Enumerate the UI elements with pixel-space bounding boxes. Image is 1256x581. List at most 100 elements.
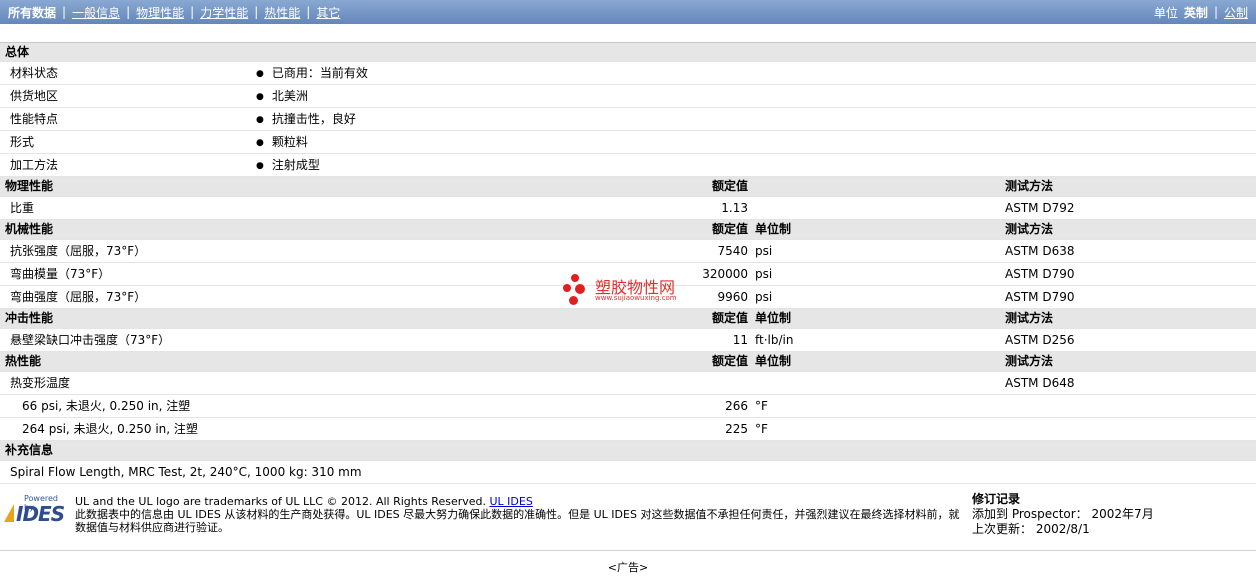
section-title: 热性能: [5, 354, 42, 368]
property-unit: psi: [755, 244, 773, 258]
column-header-unit: 单位制: [755, 354, 792, 368]
units-label: 单位: [1153, 5, 1178, 20]
property-value: 225: [725, 422, 748, 436]
property-condition: 66 psi, 未退火, 0.250 in, 注塑: [22, 399, 191, 413]
column-header-value: 额定值: [711, 222, 748, 236]
watermark-dot: [569, 296, 578, 305]
nav-separator: |: [254, 5, 259, 19]
property-unit: psi: [755, 290, 773, 304]
section-header-general: 总体: [0, 42, 1256, 62]
property-value: 抗撞击性，良好: [256, 108, 356, 132]
disclaimer-text: 此数据表中的信息由 UL IDES 从该材料的生产商处获得。UL IDES 尽最…: [75, 508, 960, 534]
test-method: ASTM D638: [1005, 244, 1075, 258]
nav-separator: |: [126, 5, 131, 19]
updated-label: 上次更新：: [972, 522, 1033, 536]
section-header-thermal: 热性能 额定值 单位制 测试方法: [0, 352, 1256, 372]
extra-info-text: Spiral Flow Length, MRC Test, 2t, 240°C,…: [10, 465, 362, 479]
datasheet: 总体 材料状态 已商用：当前有效 供货地区 北美洲 性能特点 抗撞击性，良好 形…: [0, 42, 1256, 484]
footer-text: UL and the UL logo are trademarks of UL …: [75, 495, 965, 534]
section-header-mechanical: 机械性能 额定值 单位制 测试方法: [0, 220, 1256, 240]
added-value: 2002年7月: [1091, 507, 1154, 521]
property-value: 北美洲: [256, 85, 308, 109]
trademark-text: UL and the UL logo are trademarks of UL …: [75, 495, 486, 508]
revision-updated: 上次更新： 2002/8/1: [972, 522, 1154, 537]
column-header-value: 额定值: [711, 311, 748, 325]
table-row: 供货地区 北美洲: [0, 85, 1256, 108]
units-imperial: 英制: [1183, 5, 1208, 20]
table-row: 264 psi, 未退火, 0.250 in, 注塑 225 °F: [0, 418, 1256, 441]
nav-thermal[interactable]: 热性能: [264, 4, 300, 21]
revision-added: 添加到 Prospector： 2002年7月: [972, 507, 1154, 522]
nav-separator: |: [306, 5, 311, 19]
section-header-extra: 补充信息: [0, 441, 1256, 461]
property-name: 抗张强度（屈服，73°F）: [10, 244, 147, 258]
table-row: 悬壁梁缺口冲击强度（73°F） 11 ft·lb/in ASTM D256: [0, 329, 1256, 352]
property-unit: ft·lb/in: [755, 333, 794, 347]
table-row: 比重 1.13 ASTM D792: [0, 197, 1256, 220]
watermark-url: www.sujiaowuxing.com: [595, 294, 677, 302]
property-name: 材料状态: [10, 66, 59, 80]
table-row: 形式 颗粒料: [0, 131, 1256, 154]
logo-triangle-icon: [4, 504, 14, 522]
watermark-dot: [563, 284, 571, 292]
table-row: Spiral Flow Length, MRC Test, 2t, 240°C,…: [0, 461, 1256, 484]
section-title: 冲击性能: [5, 311, 54, 325]
test-method: ASTM D648: [1005, 376, 1075, 390]
ad-label[interactable]: <广告>: [0, 559, 1256, 575]
watermark-dot: [575, 284, 585, 294]
watermark-logo: 塑胶物性网 www.sujiaowuxing.com: [563, 272, 693, 308]
column-header-method: 测试方法: [1005, 179, 1054, 193]
property-name: 性能特点: [10, 112, 59, 126]
test-method: ASTM D792: [1005, 201, 1075, 215]
test-method: ASTM D256: [1005, 333, 1075, 347]
property-unit: °F: [755, 422, 768, 436]
section-title: 补充信息: [5, 443, 54, 457]
column-header-method: 测试方法: [1005, 311, 1054, 325]
watermark-dot: [571, 274, 579, 282]
ul-ides-link[interactable]: UL IDES: [490, 495, 533, 508]
updated-value: 2002/8/1: [1035, 522, 1090, 536]
property-name: 弯曲模量（73°F）: [10, 267, 111, 281]
table-row: 加工方法 注射成型: [0, 154, 1256, 177]
unit-switcher: 单位 英制 | 公制: [1154, 4, 1248, 21]
column-header-method: 测试方法: [1005, 354, 1054, 368]
property-name: 比重: [10, 201, 35, 215]
test-method: ASTM D790: [1005, 267, 1075, 281]
section-header-impact: 冲击性能 额定值 单位制 测试方法: [0, 309, 1256, 329]
property-name: 弯曲强度（屈服，73°F）: [10, 290, 147, 304]
section-title: 物理性能: [5, 179, 54, 193]
column-header-method: 测试方法: [1005, 222, 1054, 236]
property-unit: °F: [755, 399, 768, 413]
nav-general-info[interactable]: 一般信息: [72, 4, 120, 21]
added-label: 添加到 Prospector：: [972, 507, 1088, 521]
property-value: 9960: [717, 290, 748, 304]
property-value: 7540: [717, 244, 748, 258]
property-value: 1.13: [721, 201, 748, 215]
nav-physical[interactable]: 物理性能: [136, 4, 184, 21]
property-name: 悬壁梁缺口冲击强度（73°F）: [10, 333, 171, 347]
top-nav-bar: 所有数据 | 一般信息 | 物理性能 | 力学性能 | 热性能 | 其它 单位 英制 | …: [0, 0, 1256, 24]
column-header-value: 额定值: [711, 354, 748, 368]
nav-mechanical[interactable]: 力学性能: [200, 4, 248, 21]
property-value: 注射成型: [256, 154, 320, 178]
table-row: 66 psi, 未退火, 0.250 in, 注塑 266 °F: [0, 395, 1256, 418]
nav-separator: |: [1213, 5, 1218, 19]
units-metric-link[interactable]: 公制: [1224, 4, 1248, 21]
section-header-physical: 物理性能 额定值 测试方法: [0, 177, 1256, 197]
footer: Powered by IDES UL and the UL logo are t…: [0, 490, 1256, 550]
nav-separator: |: [190, 5, 195, 19]
section-title: 机械性能: [5, 222, 54, 236]
nav-other[interactable]: 其它: [316, 4, 340, 21]
table-row: 抗张强度（屈服，73°F） 7540 psi ASTM D638: [0, 240, 1256, 263]
column-header-unit: 单位制: [755, 311, 792, 325]
property-name: 加工方法: [10, 158, 59, 172]
test-method: ASTM D790: [1005, 290, 1075, 304]
property-name: 形式: [10, 135, 35, 149]
property-name: 供货地区: [10, 89, 59, 103]
nav-all-data[interactable]: 所有数据: [8, 4, 56, 21]
property-unit: psi: [755, 267, 773, 281]
ad-bar: <广告>: [0, 550, 1256, 581]
nav-separator: |: [62, 5, 67, 19]
section-nav: 所有数据 | 一般信息 | 物理性能 | 力学性能 | 热性能 | 其它: [8, 4, 340, 21]
table-row: 材料状态 已商用：当前有效: [0, 62, 1256, 85]
